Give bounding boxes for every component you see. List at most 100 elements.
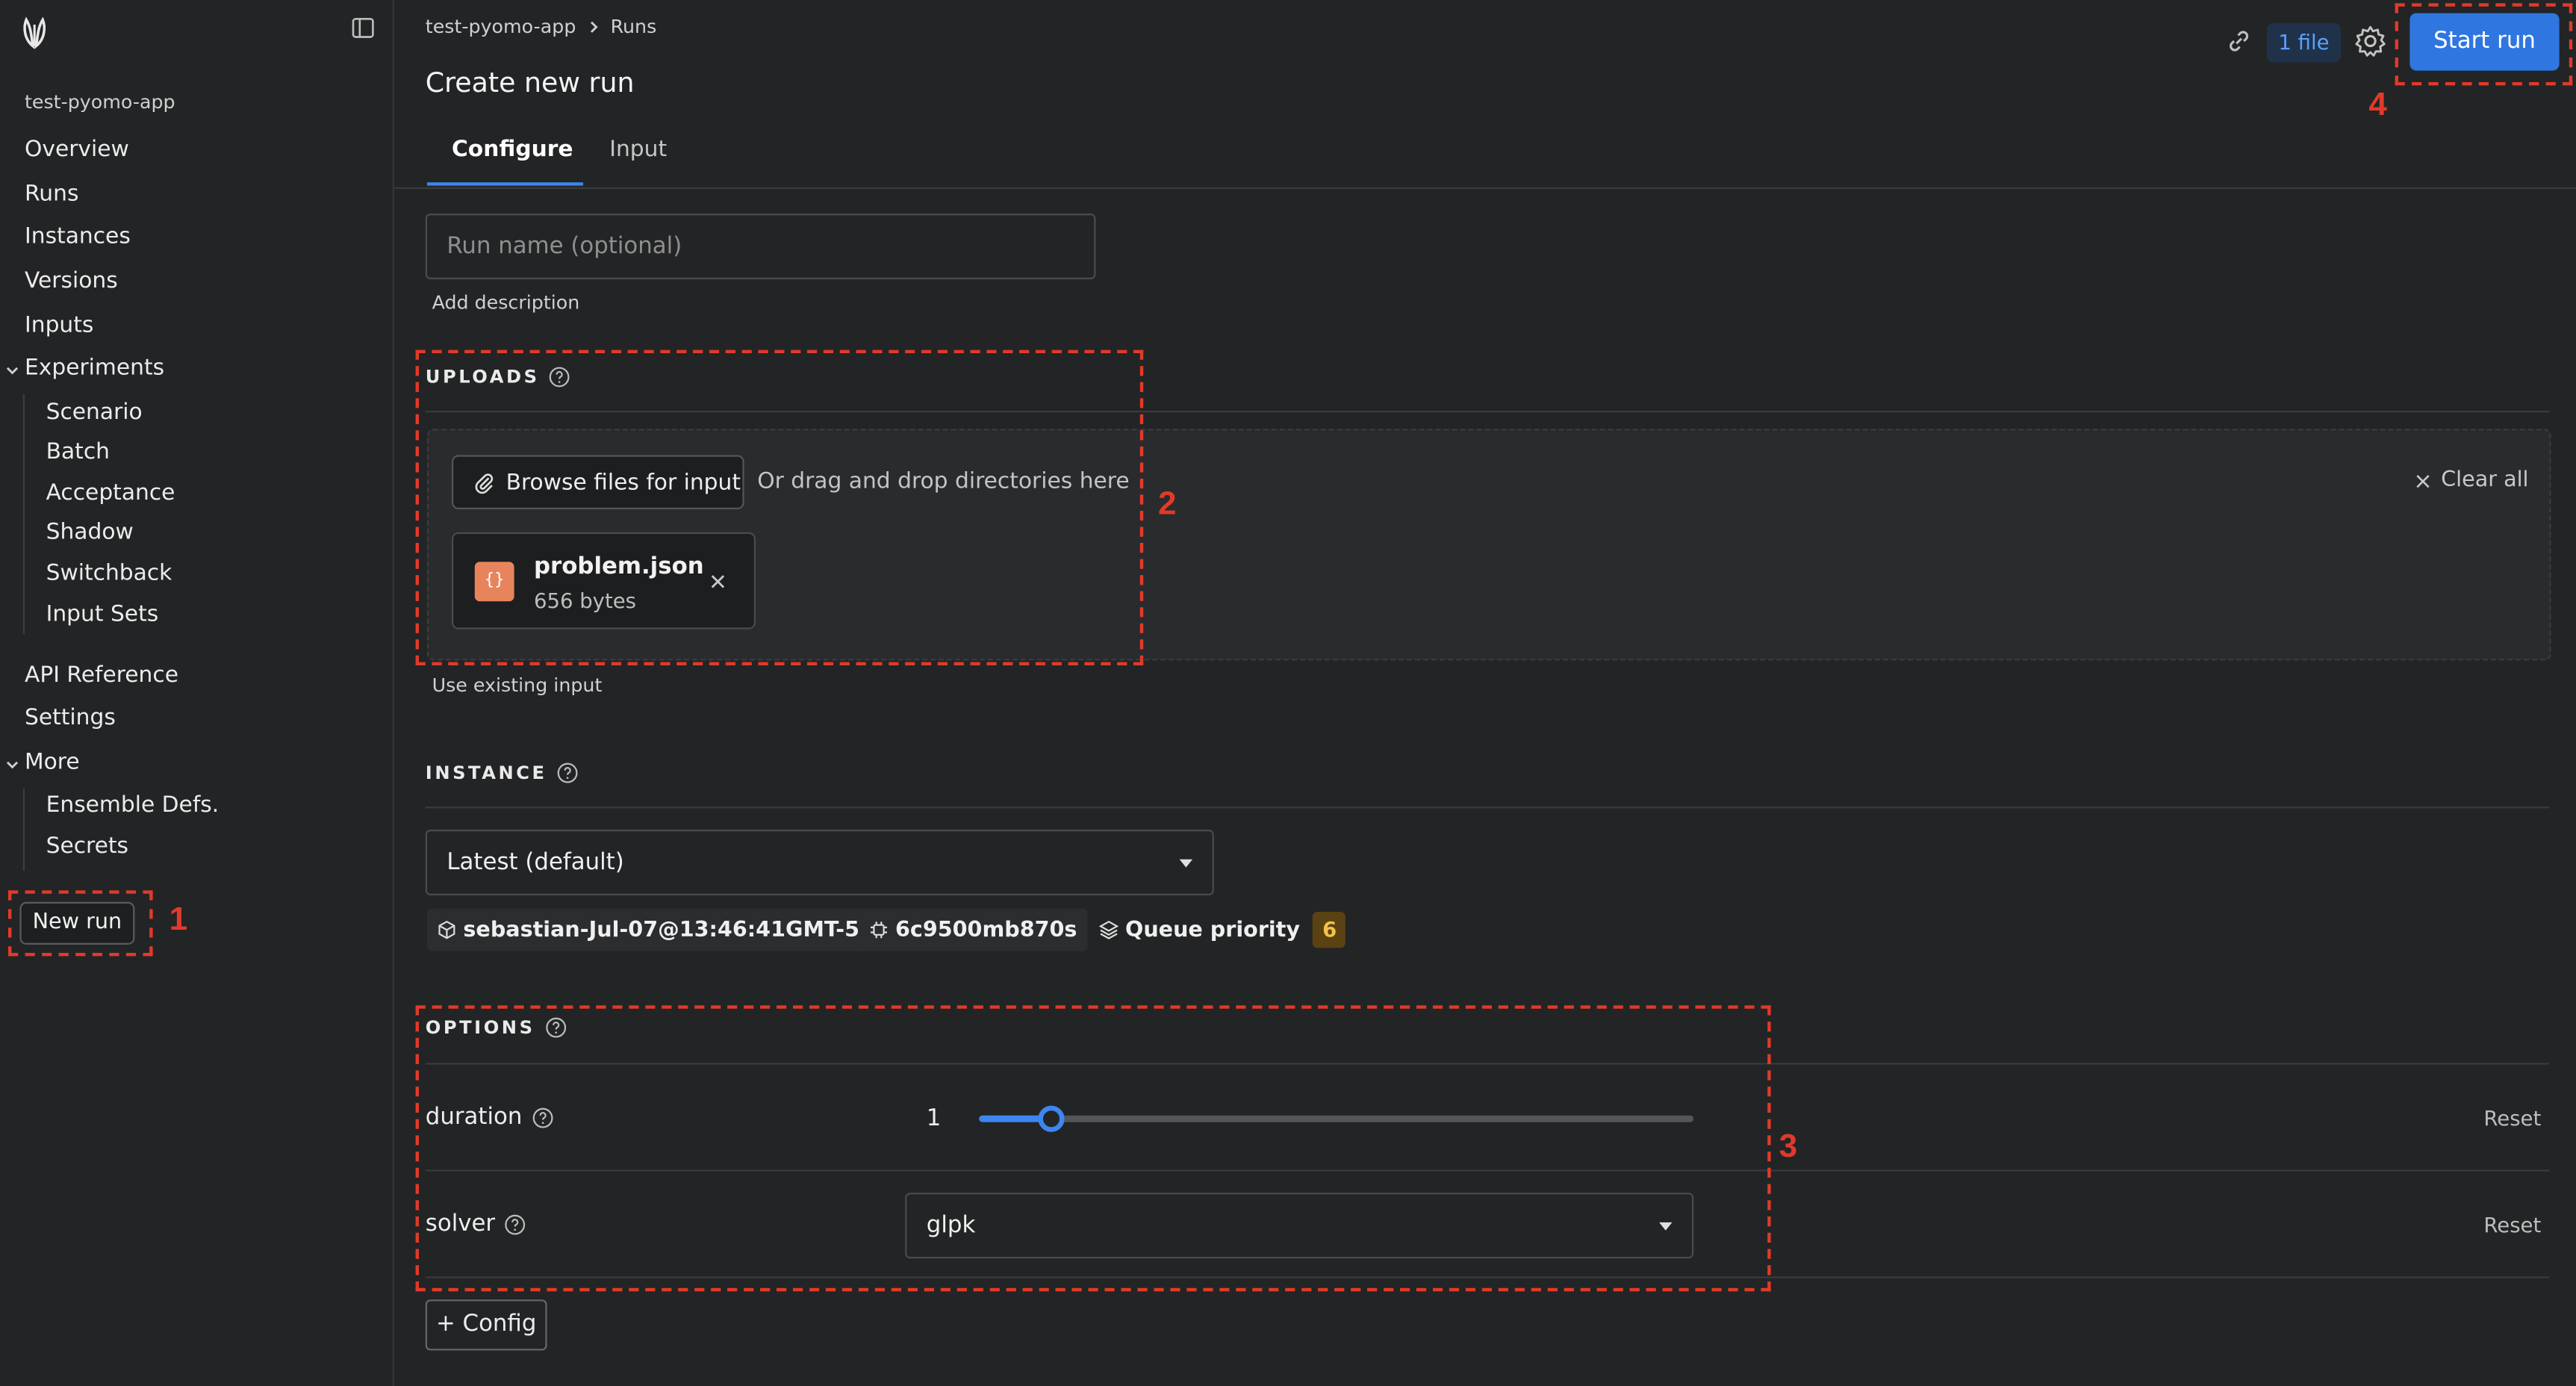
sidebar: test-pyomo-app Overview Runs Instances V… xyxy=(0,0,394,1386)
main-content: test-pyomo-app Runs Create new run 1 fil… xyxy=(394,0,2576,1386)
use-existing-input-link[interactable]: Use existing input xyxy=(432,674,603,697)
execution-class-chip: 6c9500mb870s xyxy=(859,908,1087,951)
help-icon[interactable] xyxy=(505,1213,526,1235)
caret-down-icon xyxy=(1659,1222,1673,1231)
duration-reset-button[interactable]: Reset xyxy=(2483,1106,2541,1131)
help-icon[interactable] xyxy=(557,762,579,784)
sidebar-item-inputs[interactable]: Inputs xyxy=(25,312,93,338)
link-icon[interactable] xyxy=(2226,28,2252,54)
remove-file-icon[interactable] xyxy=(708,572,727,591)
gear-icon[interactable] xyxy=(2354,25,2387,58)
drag-drop-hint: Or drag and drop directories here xyxy=(757,468,1130,495)
annotation-number-3: 3 xyxy=(1779,1128,1798,1165)
tab-configure[interactable]: Configure xyxy=(452,137,573,163)
sidebar-item-ensemble-defs[interactable]: Ensemble Defs. xyxy=(46,792,220,818)
chevron-right-icon xyxy=(590,20,597,32)
file-size: 656 bytes xyxy=(534,588,637,613)
breadcrumb: test-pyomo-app Runs xyxy=(426,15,656,38)
options-label: OPTIONS xyxy=(425,1016,535,1039)
sidebar-app-name[interactable]: test-pyomo-app xyxy=(25,90,175,114)
uploads-divider xyxy=(425,411,2550,413)
options-divider xyxy=(425,1063,2550,1065)
instance-section-label: INSTANCE xyxy=(425,762,579,784)
sidebar-item-runs[interactable]: Runs xyxy=(25,181,78,207)
uploaded-file-card: {} problem.json 656 bytes xyxy=(452,532,756,630)
execution-class-label: 6c9500mb870s xyxy=(895,917,1077,942)
duration-label: duration xyxy=(425,1104,523,1131)
sidebar-item-shadow[interactable]: Shadow xyxy=(46,519,134,545)
duration-option-label: duration xyxy=(425,1104,554,1131)
paperclip-icon xyxy=(475,473,494,494)
version-label: sebastian-Jul-07@13:46:41GMT-5 xyxy=(463,917,860,942)
sidebar-item-switchback[interactable]: Switchback xyxy=(46,560,172,586)
sidebar-item-secrets[interactable]: Secrets xyxy=(46,833,128,859)
start-run-button[interactable]: Start run xyxy=(2409,13,2560,71)
tabs-divider xyxy=(394,187,2576,189)
instance-divider xyxy=(425,807,2550,809)
browse-files-button[interactable]: Browse files for input xyxy=(452,455,744,509)
browse-files-label: Browse files for input xyxy=(505,469,741,496)
help-icon[interactable] xyxy=(545,1017,567,1039)
sidebar-item-overview[interactable]: Overview xyxy=(25,137,129,163)
add-description-link[interactable]: Add description xyxy=(432,290,580,314)
help-icon[interactable] xyxy=(550,367,571,388)
instance-label: INSTANCE xyxy=(425,762,547,784)
sidebar-item-settings[interactable]: Settings xyxy=(25,705,116,731)
solver-option-label: solver xyxy=(426,1211,526,1237)
sidebar-item-more[interactable]: More xyxy=(25,749,80,775)
sidebar-item-versions[interactable]: Versions xyxy=(25,268,118,294)
run-name-input[interactable]: Run name (optional) xyxy=(425,214,1096,279)
duration-slider-track[interactable] xyxy=(979,1115,1694,1122)
sidebar-item-acceptance[interactable]: Acceptance xyxy=(46,479,175,506)
option-row-divider xyxy=(425,1276,2550,1278)
solver-label: solver xyxy=(425,1211,496,1237)
chip-icon xyxy=(871,922,888,939)
close-icon xyxy=(2416,473,2430,488)
help-icon[interactable] xyxy=(532,1107,554,1128)
new-run-button[interactable]: New run xyxy=(19,901,135,945)
logo-icon[interactable] xyxy=(22,15,48,51)
version-chip: sebastian-Jul-07@13:46:41GMT-5 xyxy=(427,908,870,951)
uploads-section-label: UPLOADS xyxy=(426,367,571,388)
tab-input[interactable]: Input xyxy=(609,137,667,163)
uploads-label: UPLOADS xyxy=(425,366,540,388)
annotation-number-2: 2 xyxy=(1158,486,1177,523)
caret-down-icon xyxy=(1179,859,1193,868)
queue-priority-chip: Queue priority 6 xyxy=(1089,909,1356,951)
sidebar-item-input-sets[interactable]: Input Sets xyxy=(46,601,159,627)
page-title: Create new run xyxy=(425,67,635,99)
instance-select[interactable]: Latest (default) xyxy=(425,830,1214,895)
sidebar-item-scenario[interactable]: Scenario xyxy=(46,400,143,426)
annotation-number-1: 1 xyxy=(169,901,188,939)
sidebar-item-api-reference[interactable]: API Reference xyxy=(25,662,178,689)
queue-priority-label: Queue priority xyxy=(1125,917,1301,942)
instance-select-value: Latest (default) xyxy=(447,849,624,876)
annotation-number-4: 4 xyxy=(2368,87,2387,123)
tree-line xyxy=(22,394,25,635)
option-row-divider xyxy=(425,1169,2550,1172)
file-count-badge[interactable]: 1 file xyxy=(2267,22,2341,63)
layers-icon xyxy=(1098,920,1119,939)
solver-reset-button[interactable]: Reset xyxy=(2483,1213,2541,1237)
breadcrumb-app[interactable]: test-pyomo-app xyxy=(426,15,576,38)
duration-value: 1 xyxy=(926,1105,942,1132)
file-name: problem.json xyxy=(534,553,704,580)
options-section-label: OPTIONS xyxy=(425,1016,567,1039)
duration-slider-thumb[interactable] xyxy=(1037,1105,1064,1132)
solver-select-value: glpk xyxy=(926,1212,976,1239)
clear-all-button[interactable]: Clear all xyxy=(2415,468,2529,493)
sidebar-item-experiments[interactable]: Experiments xyxy=(25,355,164,381)
solver-select[interactable]: glpk xyxy=(905,1193,1694,1259)
active-tab-indicator xyxy=(427,182,583,186)
json-file-icon: {} xyxy=(474,562,514,602)
sidebar-item-instances[interactable]: Instances xyxy=(25,223,131,249)
sidebar-item-batch[interactable]: Batch xyxy=(46,438,110,464)
breadcrumb-runs[interactable]: Runs xyxy=(611,15,657,38)
queue-priority-value: 6 xyxy=(1313,912,1346,948)
chevron-down-icon[interactable] xyxy=(5,363,20,378)
sidebar-toggle-icon[interactable] xyxy=(352,16,375,40)
clear-all-label: Clear all xyxy=(2441,468,2529,493)
add-config-button[interactable]: + Config xyxy=(425,1299,547,1351)
cube-icon xyxy=(438,920,455,939)
chevron-down-icon[interactable] xyxy=(5,757,20,772)
